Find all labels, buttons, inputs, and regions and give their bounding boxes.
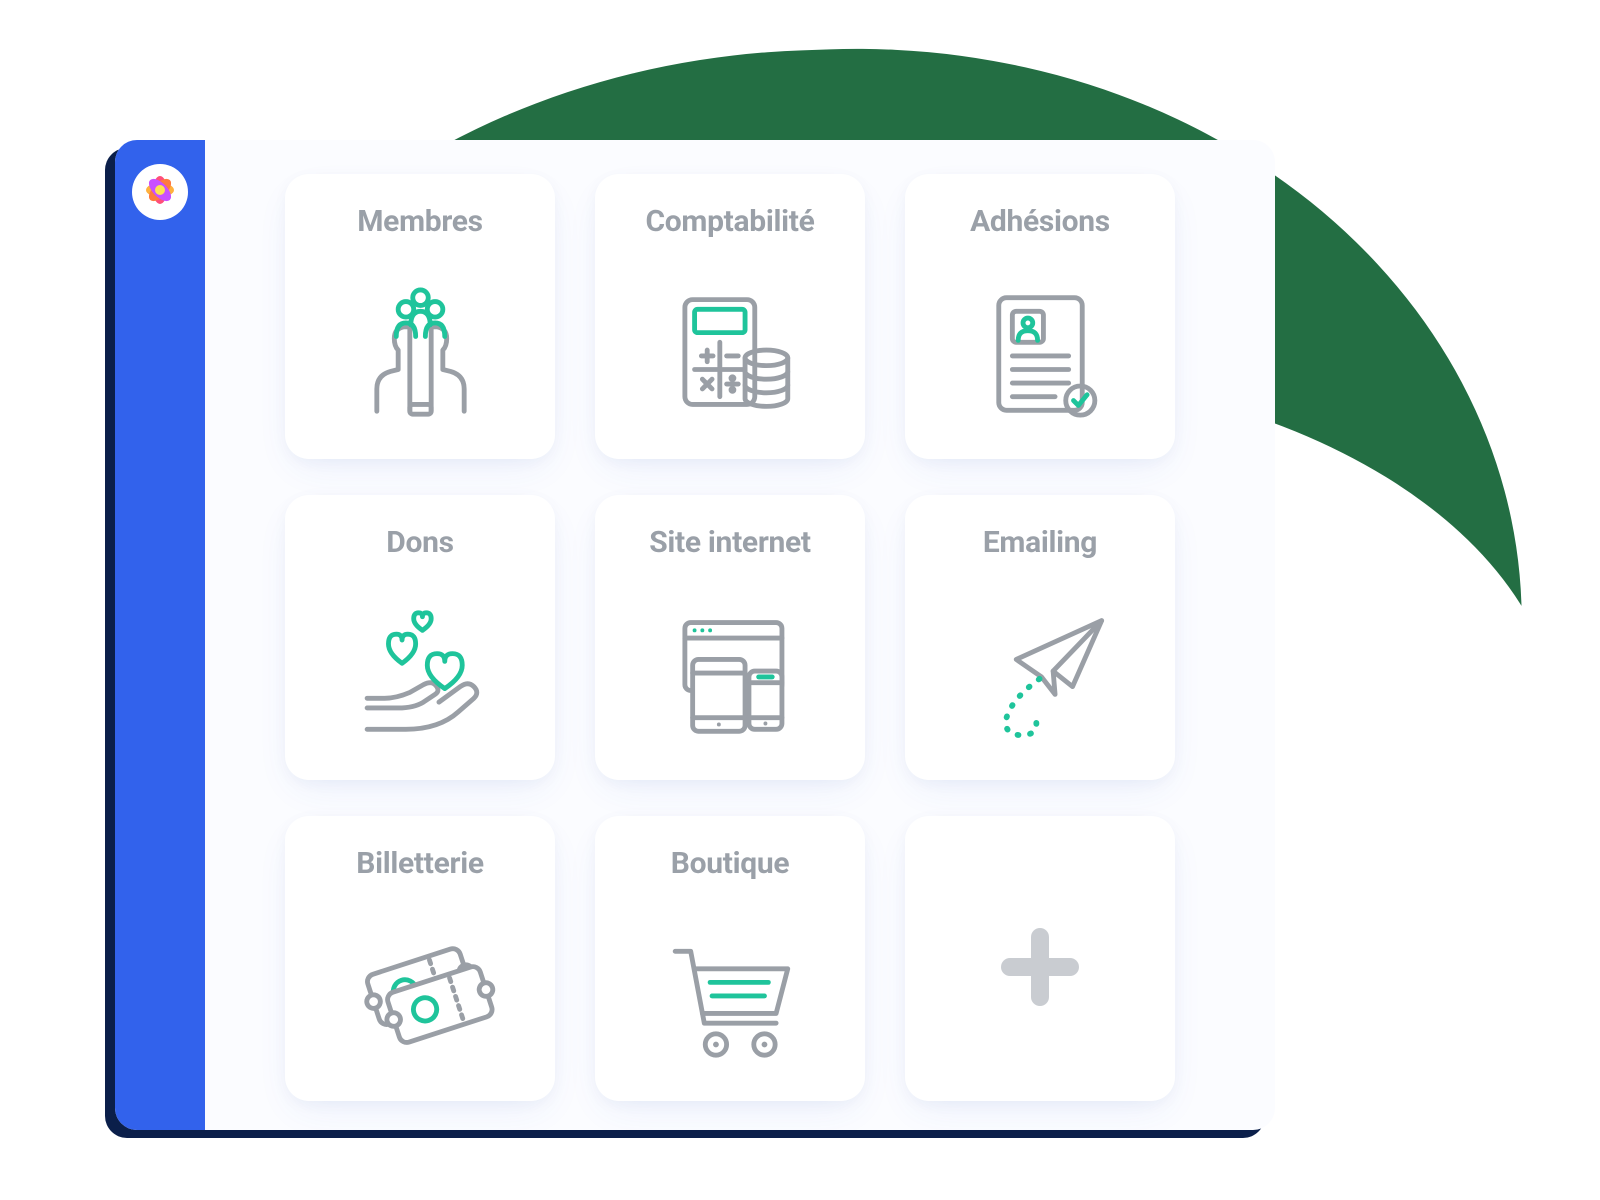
subscriptions-icon	[915, 257, 1165, 449]
app-window: Membres	[115, 140, 1275, 1130]
ticketing-icon	[295, 899, 545, 1091]
card-grid: Membres	[205, 140, 1275, 1130]
card-membres[interactable]: Membres	[285, 174, 555, 459]
website-icon	[605, 578, 855, 770]
sidebar	[115, 140, 205, 1130]
card-billetterie[interactable]: Billetterie	[285, 816, 555, 1101]
card-label: Site internet	[649, 525, 811, 560]
card-label: Adhésions	[970, 204, 1110, 239]
members-icon	[295, 257, 545, 449]
card-emailing[interactable]: Emailing	[905, 495, 1175, 780]
card-label: Dons	[386, 525, 453, 560]
shop-icon	[605, 899, 855, 1091]
card-label: Billetterie	[356, 846, 484, 881]
card-dons[interactable]: Dons	[285, 495, 555, 780]
flower-logo-icon	[140, 170, 180, 214]
card-add[interactable]	[905, 816, 1175, 1101]
accounting-icon	[605, 257, 855, 449]
plus-icon	[995, 922, 1085, 1016]
emailing-icon	[915, 578, 1165, 770]
card-site-internet[interactable]: Site internet	[595, 495, 865, 780]
card-comptabilite[interactable]: Comptabilité	[595, 174, 865, 459]
app-logo[interactable]	[132, 164, 188, 220]
donations-icon	[295, 578, 545, 770]
card-boutique[interactable]: Boutique	[595, 816, 865, 1101]
card-label: Comptabilité	[645, 204, 814, 239]
card-label: Boutique	[671, 846, 790, 881]
card-label: Membres	[357, 204, 483, 239]
card-label: Emailing	[983, 525, 1097, 560]
card-adhesions[interactable]: Adhésions	[905, 174, 1175, 459]
